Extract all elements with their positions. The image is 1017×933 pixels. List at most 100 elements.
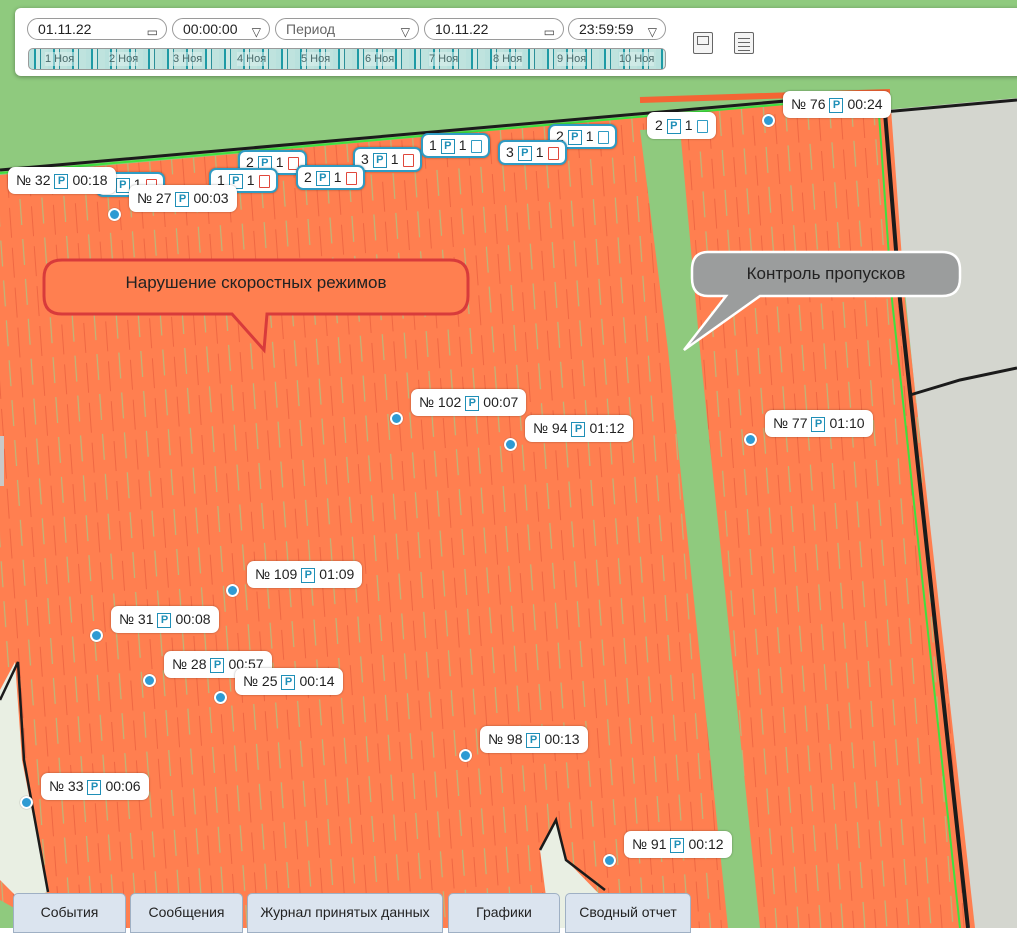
map-point[interactable] <box>762 114 775 127</box>
fuel-icon <box>402 153 414 167</box>
time-from-select[interactable]: 00:00:00 ▽ <box>172 18 270 40</box>
cluster-marker[interactable]: 2P1 <box>296 165 365 190</box>
marker-time: 00:06 <box>105 778 141 794</box>
fuel-icon <box>345 171 357 185</box>
fuel-icon <box>547 146 559 160</box>
parking-icon: P <box>301 567 316 583</box>
parking-icon: P <box>372 152 387 168</box>
marker-label[interactable]: № 27 P 00:03 <box>129 185 237 212</box>
marker-label[interactable]: № 94 P 01:12 <box>525 415 633 442</box>
marker-id: № 94 <box>533 420 568 436</box>
fuel-icon <box>470 139 482 153</box>
parking-icon: P <box>157 612 172 628</box>
marker-label[interactable]: № 102 P 00:07 <box>411 389 527 416</box>
tab-charts[interactable]: Графики <box>448 893 560 933</box>
map-point[interactable] <box>214 691 227 704</box>
chevron-down-icon: ▽ <box>251 25 261 39</box>
cluster-marker[interactable]: 3P1 <box>498 140 567 165</box>
panel-resize-handle[interactable] <box>0 436 4 486</box>
marker-time: 01:10 <box>829 415 865 431</box>
callout-text: Нарушение скоростных режимов <box>125 273 387 292</box>
map-point[interactable] <box>390 412 403 425</box>
calendar-icon[interactable]: ▭ <box>147 22 158 42</box>
parking-icon: P <box>811 416 826 432</box>
tab-events[interactable]: События <box>13 893 126 933</box>
timeline-tick: 5 Ноя <box>301 52 331 66</box>
parking-icon: P <box>115 177 130 193</box>
marker-label[interactable]: № 98 P 00:13 <box>480 726 588 753</box>
marker-time: 00:07 <box>483 394 519 410</box>
map-point[interactable] <box>504 438 517 451</box>
time-from-value: 00:00:00 <box>183 21 238 37</box>
map-point[interactable] <box>744 433 757 446</box>
cluster-n: 1 <box>458 137 467 153</box>
map-point[interactable] <box>603 854 616 867</box>
marker-id: № 33 <box>49 778 84 794</box>
parking-icon: P <box>315 170 330 186</box>
period-value: Период <box>286 21 336 37</box>
cluster-count: 3 <box>506 144 514 160</box>
period-select[interactable]: Период ▽ <box>275 18 419 40</box>
timeline-tick: 8 Ноя <box>493 52 523 66</box>
parking-icon: P <box>281 674 296 690</box>
time-to-select[interactable]: 23:59:59 ▽ <box>568 18 666 40</box>
timeline-bar[interactable]: 1 Ноя 2 Ноя 3 Ноя 4 Ноя 5 Ноя 6 Ноя 7 Но… <box>28 48 666 70</box>
list-icon[interactable] <box>734 32 754 54</box>
marker-label[interactable]: № 109 P 01:09 <box>247 561 363 588</box>
cluster-n: 1 <box>535 144 544 160</box>
marker-label[interactable]: № 33 P 00:06 <box>41 773 149 800</box>
marker-id: № 77 <box>773 415 808 431</box>
calendar-icon[interactable]: ▭ <box>544 22 555 42</box>
cluster-count: 2 <box>304 169 312 185</box>
marker-label[interactable]: № 91 P 00:12 <box>624 831 732 858</box>
cluster-n: 1 <box>246 172 255 188</box>
tab-data-log[interactable]: Журнал принятых данных <box>247 893 443 933</box>
marker-label[interactable]: № 25 P 00:14 <box>235 668 343 695</box>
marker-id: № 102 <box>419 394 462 410</box>
cluster-n: 1 <box>275 154 284 170</box>
date-from-field[interactable]: 01.11.22 ▭ <box>27 18 167 40</box>
fuel-icon <box>696 119 708 133</box>
marker-label[interactable]: № 76 P 00:24 <box>783 91 891 118</box>
map-point[interactable] <box>226 584 239 597</box>
cluster-marker[interactable]: 1P1 <box>421 133 490 158</box>
date-to-field[interactable]: 10.11.22 ▭ <box>424 18 564 40</box>
cluster-marker[interactable]: 2P1 <box>647 112 716 139</box>
marker-id: № 91 <box>632 836 667 852</box>
marker-time: 00:14 <box>299 673 335 689</box>
panel-icon[interactable] <box>693 32 713 54</box>
cluster-n: 1 <box>390 151 399 167</box>
marker-label[interactable]: № 77 P 01:10 <box>765 410 873 437</box>
timeline-tick: 4 Ноя <box>237 52 267 66</box>
tab-summary-report[interactable]: Сводный отчет <box>565 893 691 933</box>
parking-icon: P <box>54 173 69 189</box>
chevron-down-icon: ▽ <box>400 25 410 39</box>
fuel-icon <box>597 130 609 144</box>
timeline-tick: 7 Ноя <box>429 52 459 66</box>
parking-icon: P <box>175 191 190 207</box>
marker-id: № 31 <box>119 611 154 627</box>
marker-label[interactable]: № 32 P 00:18 <box>8 167 116 194</box>
map-point[interactable] <box>108 208 121 221</box>
timeline-tick: 9 Ноя <box>557 52 587 66</box>
marker-label[interactable]: № 31 P 00:08 <box>111 606 219 633</box>
callout-text: Контроль пропусков <box>746 264 906 283</box>
time-to-value: 23:59:59 <box>579 21 634 37</box>
map-point[interactable] <box>90 629 103 642</box>
speed-violation-callout: Нарушение скоростных режимов <box>42 258 470 354</box>
cluster-count: 2 <box>655 117 663 133</box>
map-point[interactable] <box>459 749 472 762</box>
date-to-value: 10.11.22 <box>435 21 489 37</box>
marker-id: № 27 <box>137 190 172 206</box>
map-point[interactable] <box>20 796 33 809</box>
marker-id: № 25 <box>243 673 278 689</box>
marker-time: 01:09 <box>319 566 355 582</box>
map-view[interactable]: 01.11.22 ▭ 00:00:00 ▽ Период ▽ 10.11.22 … <box>0 0 1017 928</box>
map-point[interactable] <box>143 674 156 687</box>
marker-time: 00:03 <box>193 190 229 206</box>
timeline-tick: 3 Ноя <box>173 52 203 66</box>
cluster-n: 1 <box>684 117 693 133</box>
date-from-value: 01.11.22 <box>38 21 92 37</box>
marker-id: № 76 <box>791 96 826 112</box>
tab-messages[interactable]: Сообщения <box>130 893 243 933</box>
